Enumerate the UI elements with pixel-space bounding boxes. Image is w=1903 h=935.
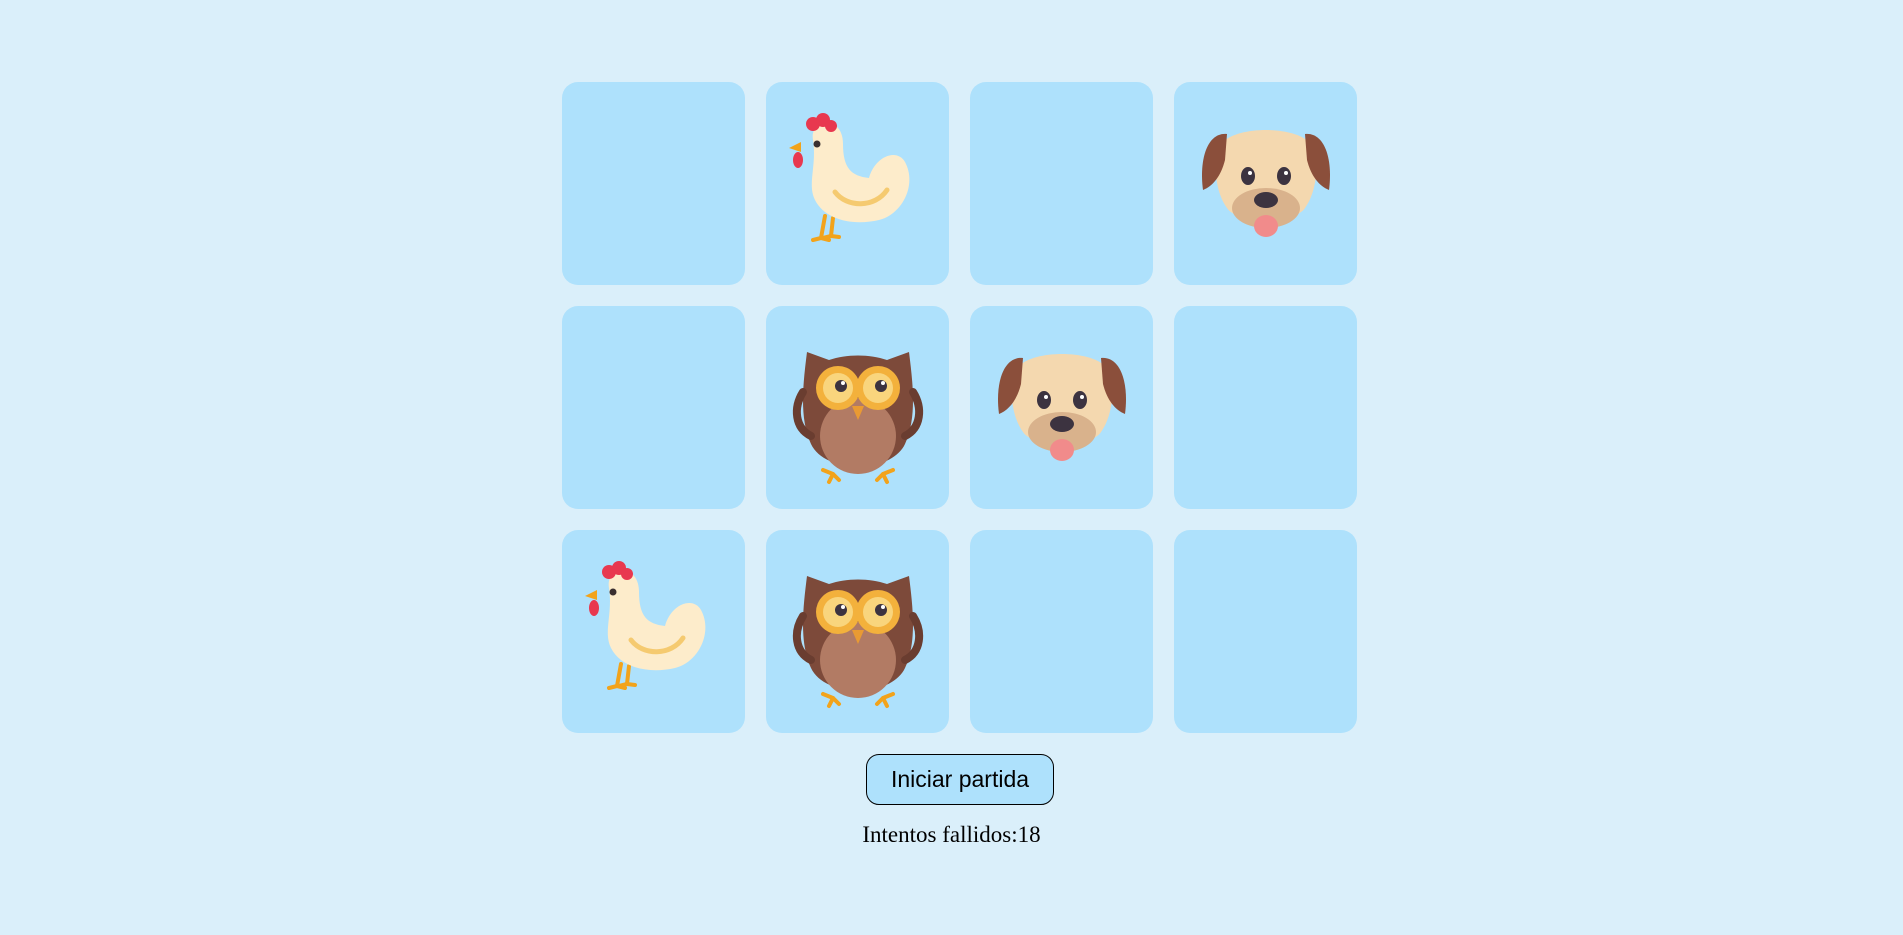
memory-board [562, 82, 1358, 733]
memory-card-hidden[interactable] [970, 530, 1153, 733]
memory-card-hidden[interactable] [1174, 530, 1357, 733]
start-game-button[interactable]: Iniciar partida [866, 754, 1054, 805]
memory-card-owl[interactable] [766, 306, 949, 509]
chicken-icon [584, 560, 705, 690]
memory-card-chicken[interactable] [766, 82, 949, 285]
owl-icon [792, 351, 923, 484]
failed-attempts-count: 18 [1017, 822, 1041, 847]
memory-card-chicken[interactable] [562, 530, 745, 733]
memory-card-owl[interactable] [766, 530, 949, 733]
memory-card-dog[interactable] [970, 306, 1153, 509]
memory-card-hidden[interactable] [970, 82, 1153, 285]
memory-card-dog[interactable] [1174, 82, 1357, 285]
memory-card-hidden[interactable] [562, 82, 745, 285]
chicken-icon [788, 112, 909, 242]
dog-icon [1201, 129, 1330, 237]
failed-attempts-status: Intentos fallidos:18 [0, 822, 1903, 848]
owl-icon [792, 575, 923, 708]
memory-card-hidden[interactable] [562, 306, 745, 509]
dog-icon [997, 353, 1126, 461]
failed-attempts-label: Intentos fallidos: [862, 822, 1018, 847]
memory-card-hidden[interactable] [1174, 306, 1357, 509]
